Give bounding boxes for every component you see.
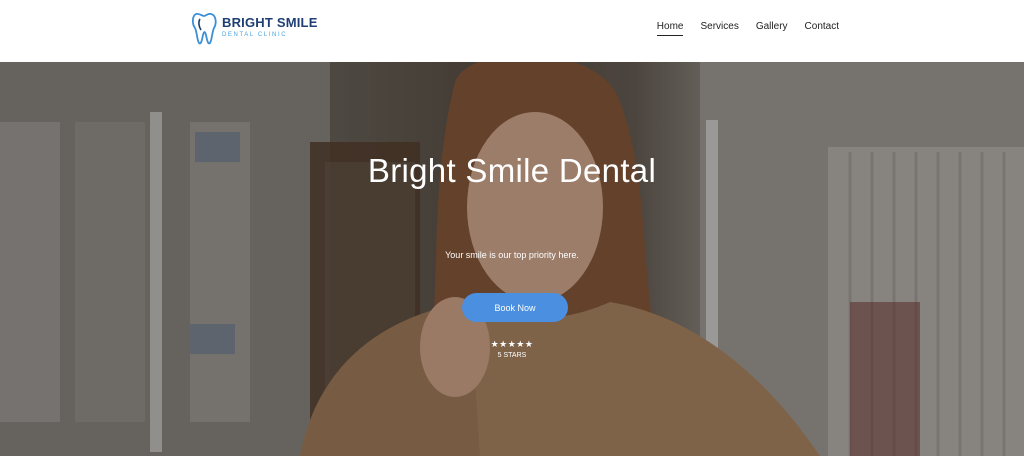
rating-stars: ★★★★★ — [490, 339, 534, 349]
nav-contact[interactable]: Contact — [805, 21, 839, 36]
nav-gallery[interactable]: Gallery — [756, 21, 788, 36]
brand-logo[interactable]: BRIGHT SMILE DENTAL CLINIC — [190, 9, 318, 47]
hero-subtitle: Your smile is our top priority here. — [445, 250, 579, 260]
tooth-icon — [191, 12, 217, 45]
nav-home[interactable]: Home — [656, 21, 684, 36]
hero-title: Bright Smile Dental — [367, 152, 657, 189]
brand-tagline: DENTAL CLINIC — [222, 32, 288, 38]
brand-name: BRIGHT SMILE — [222, 15, 318, 30]
main-nav: Home Services Gallery Contact — [640, 21, 839, 36]
site-header: BRIGHT SMILE DENTAL CLINIC Home Services… — [0, 0, 1024, 62]
book-now-button[interactable]: Book Now — [462, 293, 568, 322]
nav-services[interactable]: Services — [700, 21, 738, 36]
hero-section: Bright Smile Dental Your smile is our to… — [0, 62, 1024, 456]
rating-label: 5 STARS — [497, 352, 527, 359]
